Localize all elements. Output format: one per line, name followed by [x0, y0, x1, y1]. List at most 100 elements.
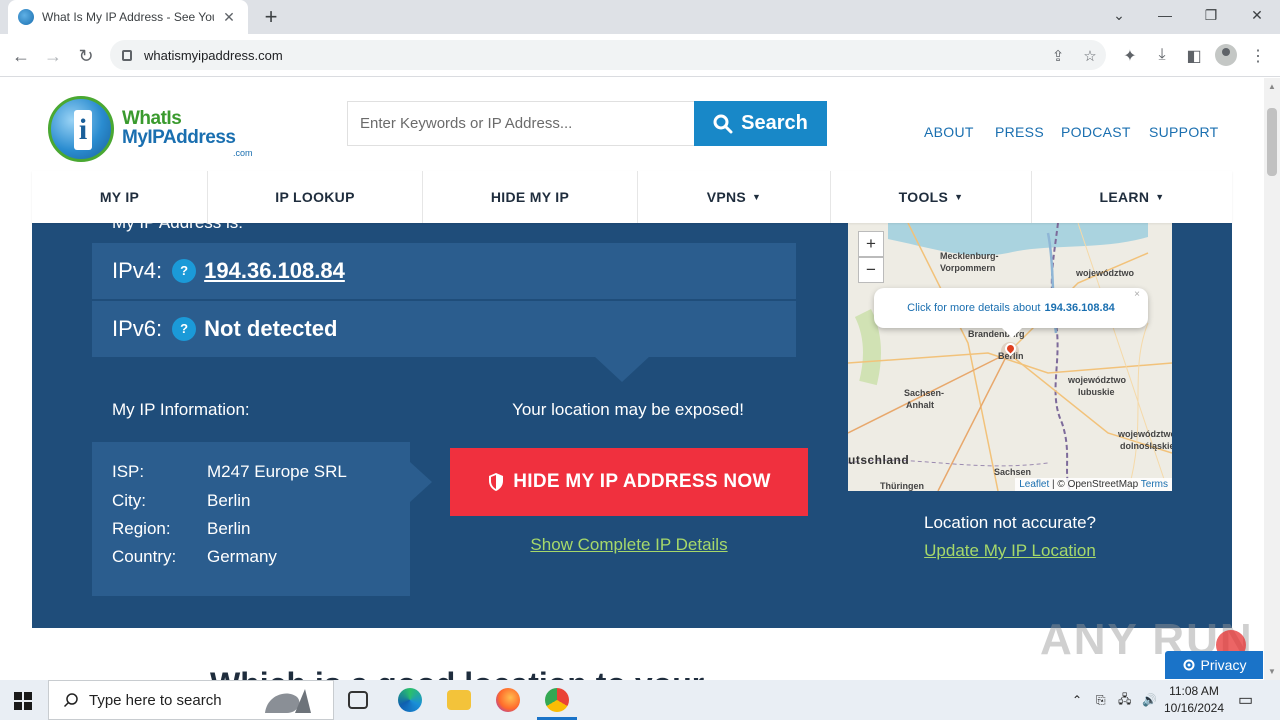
press-link[interactable]: PRESS: [995, 124, 1044, 140]
nav-my-ip[interactable]: MY IP: [32, 171, 208, 223]
podcast-link[interactable]: PODCAST: [1061, 124, 1131, 140]
logo-suffix: .com: [233, 148, 253, 158]
edge-icon[interactable]: [398, 688, 422, 712]
search-button[interactable]: Search: [694, 101, 827, 146]
extensions-puzzle-icon[interactable]: ✦: [1119, 46, 1141, 66]
ipv6-value: Not detected: [204, 316, 338, 341]
share-icon[interactable]: ⇪: [1048, 47, 1068, 65]
city-value: Berlin: [207, 491, 251, 510]
nav-vpns[interactable]: VPNS ▼: [638, 171, 831, 223]
terms-link[interactable]: Terms: [1141, 479, 1168, 490]
tray-chevron-icon[interactable]: ⌃: [1072, 680, 1082, 720]
notifications-icon[interactable]: ▭: [1238, 680, 1253, 720]
download-icon[interactable]: ⤓: [1151, 46, 1173, 64]
chrome-icon[interactable]: [545, 688, 569, 712]
info-key: Region:: [112, 519, 171, 538]
profile-avatar[interactable]: [1215, 44, 1237, 66]
back-icon[interactable]: ←: [8, 43, 34, 69]
row-pointer-notch: [594, 356, 650, 382]
url-text: whatismyipaddress.com: [144, 47, 283, 63]
nav-label: LEARN: [1099, 189, 1150, 205]
map-label-mv2: Vorpommern: [940, 263, 996, 273]
support-link[interactable]: SUPPORT: [1149, 124, 1219, 140]
isp-row: ISP: M247 Europe SRL: [112, 462, 347, 482]
system-clock[interactable]: 11:08 AM 10/16/2024: [1160, 683, 1228, 717]
close-popup-icon[interactable]: ×: [1134, 289, 1140, 300]
logo-text-line2: MyIPAddress: [122, 127, 236, 148]
map-label-lub1: województwo: [1068, 375, 1126, 385]
privacy-label: Privacy: [1200, 657, 1247, 673]
nav-learn[interactable]: LEARN ▼: [1032, 171, 1232, 223]
nav-tools[interactable]: TOOLS ▼: [831, 171, 1032, 223]
region-row: Region: Berlin: [112, 519, 250, 539]
zoom-in-button[interactable]: +: [858, 231, 884, 257]
windows-taskbar: Type here to search ⌃ ⎘ 🖧 🔊 11:08 AM 10/…: [0, 680, 1280, 720]
search-icon: [63, 693, 78, 708]
file-explorer-icon[interactable]: [447, 690, 471, 710]
scroll-down-arrow-icon[interactable]: ▼: [1268, 667, 1276, 676]
lock-icon[interactable]: [122, 49, 132, 61]
network-icon[interactable]: 🖧: [1118, 680, 1131, 720]
map-attribution: Leaflet | © OpenStreetMap Terms: [1015, 478, 1172, 491]
map-label-de: utschland: [848, 453, 910, 467]
bookmark-star-icon[interactable]: ☆: [1080, 47, 1100, 65]
map-label-woj: województwo: [1076, 268, 1134, 278]
tab-search-chevron-icon[interactable]: ⌄: [1096, 0, 1142, 30]
minimize-button[interactable]: —: [1142, 0, 1188, 30]
privacy-button[interactable]: Privacy: [1165, 651, 1263, 679]
location-map[interactable]: + − Mecklenburg- Vorpommern województwo …: [848, 223, 1172, 491]
new-tab-button[interactable]: +: [258, 4, 284, 30]
task-view-icon[interactable]: [348, 691, 368, 709]
scrollbar-thumb[interactable]: [1267, 108, 1277, 176]
nav-label: HIDE MY IP: [490, 189, 570, 205]
section-heading-partial: Which is a good location to your ...: [210, 666, 740, 680]
help-question-icon[interactable]: ?: [172, 317, 197, 341]
browser-tab-strip: What Is My IP Address - See Your ✕ + ⌄ —…: [0, 0, 1280, 34]
ip-info-box: ISP: M247 Europe SRL City: Berlin Region: B…: [92, 442, 432, 596]
close-window-button[interactable]: ✕: [1234, 0, 1280, 30]
forward-icon[interactable]: →: [40, 43, 66, 69]
map-label-sa2: Anhalt: [906, 400, 934, 410]
tab-close-icon[interactable]: ✕: [220, 9, 238, 26]
site-logo[interactable]: i WhatIs MyIPAddress .com: [48, 96, 258, 166]
address-bar[interactable]: whatismyipaddress.com ⇪ ☆: [110, 40, 1106, 70]
map-popup[interactable]: Click for more details about 194.36.108.…: [874, 288, 1148, 338]
restore-button[interactable]: ❐: [1188, 0, 1234, 30]
page-scrollbar[interactable]: ▲ ▼: [1264, 78, 1280, 680]
clock-time: 11:08 AM: [1169, 684, 1219, 698]
show-complete-ip-details-link[interactable]: Show Complete IP Details: [450, 535, 808, 555]
about-link[interactable]: ABOUT: [924, 124, 974, 140]
osm-credit: | © OpenStreetMap: [1049, 479, 1141, 490]
info-key: City:: [112, 491, 146, 510]
leaflet-link[interactable]: Leaflet: [1019, 479, 1049, 490]
map-label-ds1: województwo: [1118, 429, 1172, 439]
taskbar-search-box[interactable]: Type here to search: [48, 680, 334, 720]
tab-title: What Is My IP Address - See Your: [42, 10, 214, 24]
update-ip-location-link[interactable]: Update My IP Location: [848, 541, 1172, 561]
shield-icon: [489, 473, 504, 491]
help-question-icon[interactable]: ?: [172, 259, 197, 283]
scroll-up-arrow-icon[interactable]: ▲: [1268, 82, 1276, 91]
map-label-sa1: Sachsen-: [904, 388, 945, 398]
firefox-icon[interactable]: [496, 688, 520, 712]
menu-kebab-icon[interactable]: ⋮: [1247, 46, 1269, 66]
windows-start-icon[interactable]: [14, 692, 32, 710]
ipv4-value-link[interactable]: 194.36.108.84: [204, 258, 345, 284]
reload-icon[interactable]: ↻: [73, 43, 99, 69]
side-panel-icon[interactable]: ◧: [1183, 46, 1205, 66]
search-highlight-art-icon: [265, 689, 311, 713]
map-label-ds2: dolnośląskie: [1120, 441, 1172, 451]
nav-ip-lookup[interactable]: IP LOOKUP: [208, 171, 423, 223]
volume-icon[interactable]: 🔊: [1142, 680, 1157, 720]
globe-favicon-icon: [18, 9, 34, 25]
browser-tab-active[interactable]: What Is My IP Address - See Your ✕: [8, 0, 248, 34]
ipv6-row: IPv6: ? Not detected: [92, 301, 796, 357]
nav-hide-my-ip[interactable]: HIDE MY IP: [423, 171, 638, 223]
taskbar-search-placeholder: Type here to search: [89, 691, 222, 709]
main-nav: MY IP IP LOOKUP HIDE MY IP VPNS ▼ TOOLS ▼ …: [32, 171, 1232, 223]
tray-device-icon[interactable]: ⎘: [1096, 680, 1106, 720]
caret-down-icon: ▼: [954, 192, 964, 202]
search-input[interactable]: Enter Keywords or IP Address...: [347, 101, 695, 146]
zoom-out-button[interactable]: −: [858, 257, 884, 283]
hide-my-ip-button[interactable]: HIDE MY IP ADDRESS NOW: [450, 448, 808, 516]
